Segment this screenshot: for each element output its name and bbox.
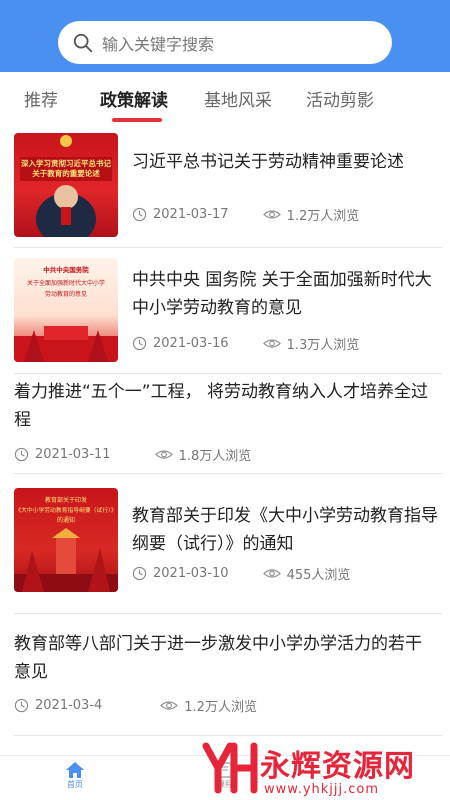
article-item[interactable]: 着力推进“五个一”工程， 将劳动教育纳入人才培养全过程 2021-03-11 1… — [14, 374, 442, 474]
tab-activity[interactable]: 活动剪影 — [306, 86, 374, 111]
article-meta: 2021-03-16 1.3万人浏览 — [132, 334, 359, 353]
watermark-url: www.yhkjjj.com — [264, 782, 380, 797]
article-title: 教育部关于印发《大中小学劳动教育指导纲要（试行）》的通知 — [132, 506, 438, 554]
thumbnail-image: 教育部关于印发 《大中小学劳动教育指导纲要（试行）》 的通知 — [14, 496, 118, 592]
article-meta: 2021-03-10 455人浏览 — [132, 564, 350, 583]
article-item[interactable]: 中共中央国务院 关于全面加强新时代大中小学 劳动教育的意见 中共中央 国务院 关… — [14, 248, 442, 374]
tab-base[interactable]: 基地风采 — [204, 86, 272, 111]
article-views: 1.2万人浏览 — [184, 700, 257, 715]
eye-icon — [262, 339, 281, 348]
eye-icon — [262, 569, 281, 578]
thumbnail-image: 中共中央国务院 关于全面加强新时代大中小学 劳动教育的意见 — [14, 265, 118, 362]
watermark-logo — [202, 742, 258, 794]
clock-icon — [14, 698, 29, 713]
home-icon — [66, 762, 84, 778]
nav-home-label: 首页 — [67, 780, 83, 789]
article-date: 2021-03-16 — [153, 336, 229, 351]
article-date: 2021-03-11 — [35, 447, 111, 462]
eye-icon — [262, 210, 281, 219]
svg-text:《大中小学劳动教育指导纲要（试行）》: 《大中小学劳动教育指导纲要（试行）》 — [15, 506, 116, 514]
search-box[interactable]: 输入关键字搜索 — [58, 21, 392, 64]
article-title: 习近平总书记关于劳动精神重要论述 — [132, 152, 404, 172]
article-title: 中共中央 国务院 关于全面加强新时代大中小学劳动教育的意见 — [132, 270, 432, 318]
clock-icon — [132, 566, 147, 581]
article-views: 1.3万人浏览 — [286, 338, 360, 353]
article-date: 2021-03-10 — [153, 566, 229, 581]
article-thumbnail: 教育部关于印发 《大中小学劳动教育指导纲要（试行）》 的通知 — [14, 488, 118, 592]
clock-icon — [132, 336, 147, 351]
active-tab-indicator — [112, 118, 162, 122]
top-bar: 输入关键字搜索 — [0, 0, 450, 72]
tab-policy[interactable]: 政策解读 — [100, 86, 168, 111]
search-icon — [73, 33, 93, 52]
article-date: 2021-03-4 — [35, 698, 103, 713]
article-meta: 2021-03-11 1.8万人浏览 — [14, 445, 251, 464]
search-placeholder: 输入关键字搜索 — [102, 34, 215, 54]
article-views: 1.8万人浏览 — [178, 449, 252, 464]
watermark-text: 永辉资源网 — [260, 749, 415, 784]
svg-text:关于全面加强新时代大中小学: 关于全面加强新时代大中小学 — [27, 279, 105, 287]
svg-text:关于教育的重要论述: 关于教育的重要论述 — [32, 168, 100, 178]
article-meta: 2021-03-4 1.2万人浏览 — [14, 696, 257, 715]
article-date: 2021-03-17 — [153, 207, 229, 222]
article-meta: 2021-03-17 1.2万人浏览 — [132, 205, 359, 224]
article-item[interactable]: 教育部关于印发 《大中小学劳动教育指导纲要（试行）》 的通知 教育部关于印发《大… — [14, 474, 442, 614]
article-views: 1.2万人浏览 — [286, 209, 360, 224]
thumbnail-image: 深入学习贯彻习近平总书记 关于教育的重要论述 — [20, 135, 112, 237]
svg-text:劳动教育的意见: 劳动教育的意见 — [45, 290, 87, 298]
tab-recommend[interactable]: 推荐 — [24, 86, 58, 111]
category-tabs: 推荐 政策解读 基地风采 活动剪影 — [0, 72, 450, 124]
clock-icon — [132, 207, 147, 222]
article-title: 着力推进“五个一”工程， 将劳动教育纳入人才培养全过程 — [14, 382, 429, 430]
svg-text:的通知: 的通知 — [57, 516, 75, 524]
svg-text:深入学习贯彻习近平总书记: 深入学习贯彻习近平总书记 — [21, 158, 111, 168]
eye-icon — [160, 701, 179, 710]
article-item[interactable]: 教育部等八部门关于进一步激发中小学办学活力的若干意见 2021-03-4 1.2… — [14, 614, 442, 736]
eye-icon — [154, 450, 173, 459]
article-thumbnail: 中共中央国务院 关于全面加强新时代大中小学 劳动教育的意见 — [14, 258, 118, 362]
clock-icon — [14, 447, 29, 462]
watermark: 永辉资源网 www.yhkjjj.com — [200, 738, 450, 800]
svg-text:中共中央国务院: 中共中央国务院 — [43, 265, 89, 274]
nav-home[interactable]: 首页 — [55, 762, 95, 790]
article-item[interactable]: 深入学习贯彻习近平总书记 关于教育的重要论述 习近平总书记关于劳动精神重要论述 … — [14, 132, 442, 248]
article-views: 455人浏览 — [286, 568, 351, 583]
svg-text:教育部关于印发: 教育部关于印发 — [45, 496, 87, 504]
article-title: 教育部等八部门关于进一步激发中小学办学活力的若干意见 — [14, 634, 422, 682]
article-thumbnail: 深入学习贯彻习近平总书记 关于教育的重要论述 — [14, 133, 118, 237]
